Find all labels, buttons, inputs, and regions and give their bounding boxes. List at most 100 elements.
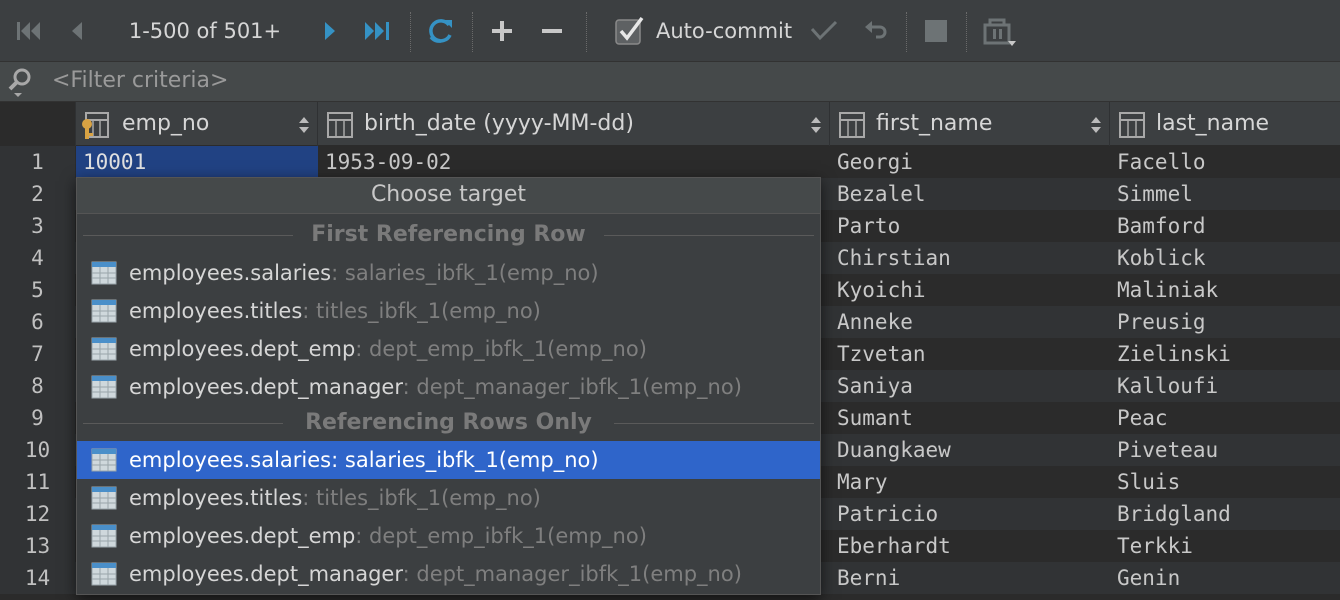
table-row[interactable]: 1 10001 1953-09-02 Georgi Facello: [0, 146, 1340, 178]
rollback-icon[interactable]: [858, 0, 890, 62]
table-icon: [91, 524, 117, 548]
transaction-settings-icon[interactable]: [980, 0, 1018, 62]
row-number: 7: [0, 338, 75, 370]
search-icon[interactable]: [6, 62, 36, 102]
target-foreign-key: dept_manager_ibfk_1(emp_no): [409, 375, 742, 399]
refresh-icon[interactable]: [422, 0, 458, 62]
paging-status[interactable]: 1-500 of 501+: [110, 0, 300, 62]
target-foreign-key: salaries_ibfk_1(emp_no): [338, 261, 599, 285]
cell-first-name[interactable]: Mary: [830, 466, 1110, 498]
cell-first-name[interactable]: Tzvetan: [830, 338, 1110, 370]
target-item[interactable]: employees.dept_emp: dept_emp_ibfk_1(emp_…: [77, 330, 820, 368]
cell-last-name[interactable]: Piveteau: [1110, 434, 1340, 466]
cell-first-name[interactable]: Eberhardt: [830, 530, 1110, 562]
row-number: 3: [0, 210, 75, 242]
row-number: 12: [0, 498, 75, 530]
first-page-icon[interactable]: [12, 0, 46, 62]
cell-last-name[interactable]: Terkki: [1110, 530, 1340, 562]
sort-icon[interactable]: [298, 116, 310, 134]
cell-first-name[interactable]: Berni: [830, 562, 1110, 594]
target-foreign-key: salaries_ibfk_1(emp_no): [338, 448, 599, 472]
column-label: emp_no: [122, 111, 210, 136]
checkbox-icon[interactable]: [612, 0, 646, 62]
filter-bar: <Filter criteria>: [0, 62, 1340, 102]
column-header-birth-date[interactable]: birth_date (yyyy-MM-dd): [318, 102, 830, 146]
cell-first-name[interactable]: Duangkaew: [830, 434, 1110, 466]
column-label: last_name: [1156, 111, 1270, 136]
sort-icon[interactable]: [810, 116, 822, 134]
table-icon: [91, 299, 117, 323]
column-header-first-name[interactable]: first_name: [830, 102, 1110, 146]
sort-icon[interactable]: [1090, 116, 1102, 134]
cell-last-name[interactable]: Zielinski: [1110, 338, 1340, 370]
add-row-icon[interactable]: [486, 0, 518, 62]
column-header-last-name[interactable]: last_name: [1110, 102, 1340, 146]
target-foreign-key: titles_ibfk_1(emp_no): [309, 299, 541, 323]
next-page-icon[interactable]: [316, 0, 344, 62]
target-item[interactable]: employees.dept_manager: dept_manager_ibf…: [77, 368, 820, 406]
row-number: 11: [0, 466, 75, 498]
target-table-name: employees.salaries: [129, 261, 332, 285]
cell-last-name[interactable]: Facello: [1110, 146, 1340, 178]
row-number: 9: [0, 402, 75, 434]
target-item[interactable]: employees.titles: titles_ibfk_1(emp_no): [77, 292, 820, 330]
stop-icon[interactable]: [920, 0, 952, 62]
cell-first-name[interactable]: Georgi: [830, 146, 1110, 178]
previous-page-icon[interactable]: [62, 0, 90, 62]
primary-key-column-icon: [82, 112, 109, 139]
row-number: 1: [0, 146, 75, 178]
delete-row-icon[interactable]: [536, 0, 568, 62]
cell-first-name[interactable]: Anneke: [830, 306, 1110, 338]
commit-check-icon[interactable]: [808, 0, 840, 62]
cell-last-name[interactable]: Koblick: [1110, 242, 1340, 274]
target-table-name: employees.dept_manager: [129, 375, 403, 399]
cell-last-name[interactable]: Bridgland: [1110, 498, 1340, 530]
autocommit-label[interactable]: Auto-commit: [656, 0, 792, 62]
cell-last-name[interactable]: Preusig: [1110, 306, 1340, 338]
cell-last-name[interactable]: Peac: [1110, 402, 1340, 434]
popup-title: Choose target: [77, 178, 820, 214]
column-header-emp-no[interactable]: emp_no: [76, 102, 318, 146]
cell-emp-no[interactable]: 10001: [76, 146, 318, 178]
column-icon: [839, 112, 865, 138]
cell-first-name[interactable]: Patricio: [830, 498, 1110, 530]
target-item[interactable]: employees.titles: titles_ibfk_1(emp_no): [77, 479, 820, 517]
filter-input[interactable]: <Filter criteria>: [52, 62, 228, 102]
target-item[interactable]: employees.dept_manager: dept_manager_ibf…: [77, 555, 820, 593]
cell-first-name[interactable]: Saniya: [830, 370, 1110, 402]
cell-first-name[interactable]: Bezalel: [830, 178, 1110, 210]
target-table-name: employees.salaries: [129, 448, 332, 472]
cell-last-name[interactable]: Bamford: [1110, 210, 1340, 242]
column-icon: [1119, 112, 1145, 138]
target-table-name: employees.dept_emp: [129, 337, 356, 361]
target-item[interactable]: employees.dept_emp: dept_emp_ibfk_1(emp_…: [77, 517, 820, 555]
toolbar: 1-500 of 501+ Auto-commit: [0, 0, 1340, 62]
cell-first-name[interactable]: Parto: [830, 210, 1110, 242]
row-number: 14: [0, 562, 75, 594]
cell-last-name[interactable]: Maliniak: [1110, 274, 1340, 306]
cell-last-name[interactable]: Genin: [1110, 562, 1340, 594]
target-foreign-key: dept_manager_ibfk_1(emp_no): [409, 562, 742, 586]
table-icon: [91, 448, 117, 472]
section-title: Referencing Rows Only: [305, 410, 592, 435]
table-header: emp_no birth_date (yyyy-MM-dd) first_nam…: [0, 102, 1340, 146]
table-icon: [91, 375, 117, 399]
target-item-selected[interactable]: employees.salaries: salaries_ibfk_1(emp_…: [77, 441, 820, 479]
table-icon: [91, 337, 117, 361]
last-page-icon[interactable]: [360, 0, 394, 62]
table-icon: [91, 562, 117, 586]
choose-target-popup: Choose target First Referencing Row empl…: [76, 177, 821, 595]
column-label: first_name: [876, 111, 993, 136]
cell-first-name[interactable]: Kyoichi: [830, 274, 1110, 306]
target-table-name: employees.dept_manager: [129, 562, 403, 586]
cell-first-name[interactable]: Chirstian: [830, 242, 1110, 274]
cell-last-name[interactable]: Simmel: [1110, 178, 1340, 210]
cell-last-name[interactable]: Kalloufi: [1110, 370, 1340, 402]
cell-birth-date[interactable]: 1953-09-02: [318, 146, 830, 178]
target-item[interactable]: employees.salaries: salaries_ibfk_1(emp_…: [77, 254, 820, 292]
row-number: 5: [0, 274, 75, 306]
target-separator: :: [402, 562, 410, 586]
table-icon: [91, 486, 117, 510]
cell-last-name[interactable]: Sluis: [1110, 466, 1340, 498]
cell-first-name[interactable]: Sumant: [830, 402, 1110, 434]
